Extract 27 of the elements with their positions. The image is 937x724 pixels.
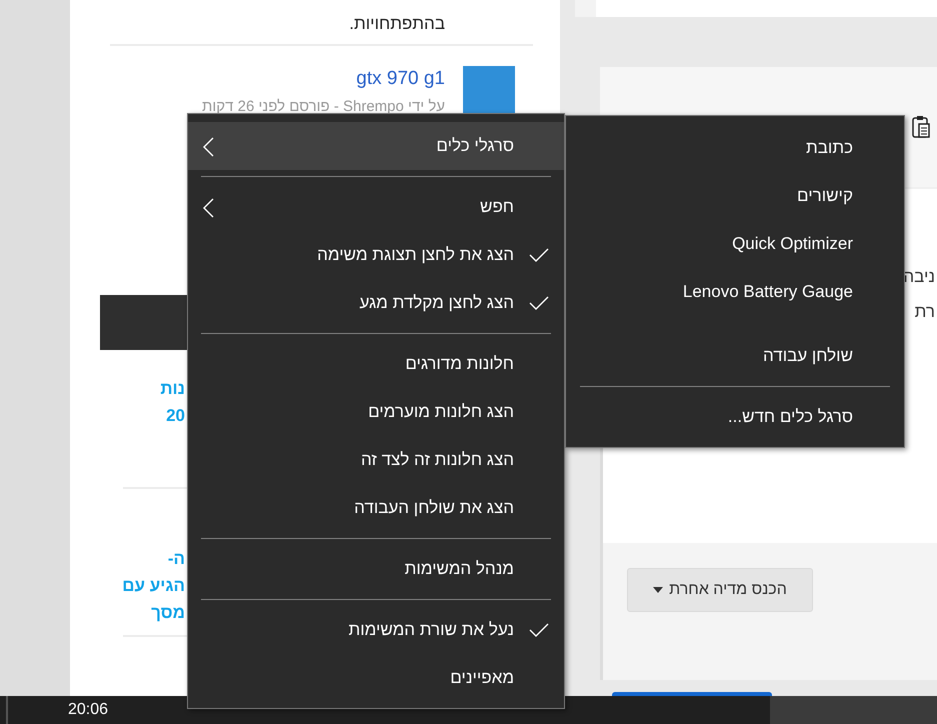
taskbar-clock[interactable]: 20:06 — [6, 696, 168, 724]
menu-item[interactable]: כתובת — [566, 124, 904, 172]
topic-meta: על ידי Shrempo - פורסם לפני 26 דקות — [202, 98, 445, 115]
menu-item[interactable]: נעל את שורת המשימות — [188, 606, 564, 654]
editor-text: ניבה — [903, 266, 935, 288]
menu-item[interactable]: חלונות מדורגים — [188, 340, 564, 388]
menu-item[interactable]: הצג חלונות זה לצד זה — [188, 436, 564, 484]
clipboard-icon — [911, 115, 931, 139]
menu-item[interactable]: הצג חלונות מוערמים — [188, 388, 564, 436]
editor-text: רת — [914, 301, 935, 323]
menu-item[interactable]: קישורים — [566, 172, 904, 220]
menu-item[interactable]: שולחן עבודה — [566, 332, 904, 380]
menu-item[interactable]: הצג את שולחן העבודה — [188, 484, 564, 532]
menu-item[interactable]: הצג לחצן מקלדת מגע — [188, 279, 564, 327]
menu-item[interactable]: חפש — [188, 183, 564, 231]
menu-item[interactable]: מנהל המשימות — [188, 545, 564, 593]
menu-item[interactable]: סרגל כלים חדש... — [566, 393, 904, 441]
menu-item[interactable]: הצג את לחצן תצוגת משימה — [188, 231, 564, 279]
post-text: בהתפתחויות. — [348, 13, 446, 35]
menu-item[interactable]: Quick Optimizer — [566, 220, 904, 268]
insert-media-button[interactable]: הכנס מדיה אחרת — [627, 568, 813, 612]
menu-item[interactable]: Lenovo Battery Gauge — [566, 268, 904, 316]
caret-icon — [653, 587, 664, 593]
menu-item[interactable]: סרגלי כלים — [188, 122, 564, 170]
menu-item[interactable]: מאפיינים — [188, 654, 564, 702]
submit-button-edge[interactable] — [612, 692, 772, 696]
topic-link[interactable]: gtx 970 g1 — [202, 68, 445, 90]
